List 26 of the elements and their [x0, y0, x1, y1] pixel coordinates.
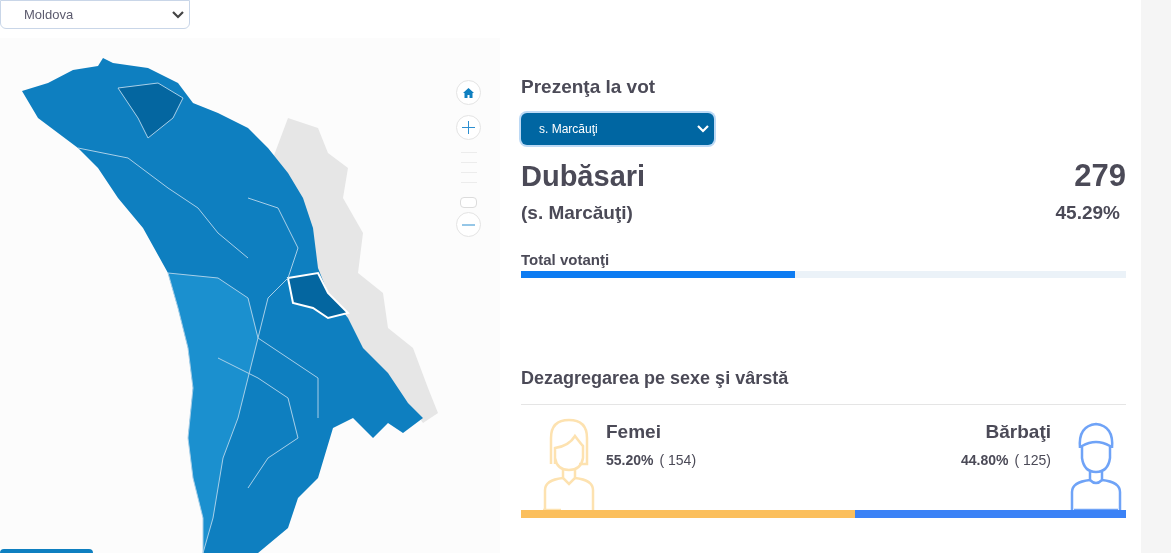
- district-name: Dubăsari: [521, 159, 646, 193]
- gender-label: Bărbaţi: [985, 419, 1051, 444]
- zoom-in-button[interactable]: [456, 115, 481, 140]
- turnout-label: Total votanţi: [521, 250, 611, 269]
- chevron-icon: [697, 125, 709, 133]
- country-select[interactable]: Moldova: [0, 0, 190, 29]
- chevron-icon: [172, 10, 184, 19]
- home-button[interactable]: [456, 80, 481, 105]
- gender-label: Femei: [606, 419, 662, 444]
- gender-count: ( 154): [659, 450, 697, 470]
- zoom-out-button[interactable]: [456, 212, 481, 237]
- zoom-slider-thumb[interactable]: [460, 196, 477, 208]
- voter-count: 279: [1074, 159, 1126, 193]
- gender-percent: 44.80%: [960, 450, 1009, 470]
- plus-icon: [462, 121, 475, 134]
- map-button[interactable]: [0, 549, 93, 553]
- locality-name: (s. Marcăuţi): [521, 201, 633, 225]
- turnout-percent: 45.29%: [1055, 201, 1120, 225]
- home-icon: [463, 87, 474, 98]
- minus-icon: [462, 223, 475, 226]
- section-title: Dezagregarea pe sexe şi vârstă: [521, 365, 1126, 405]
- section-title: Prezenţa la vot: [521, 75, 657, 99]
- woman-icon: [541, 417, 597, 512]
- gender-count: ( 125): [1014, 450, 1051, 470]
- locality-select[interactable]: s. Marcăuţi: [521, 113, 714, 145]
- gender-percent: 55.20%: [606, 450, 654, 470]
